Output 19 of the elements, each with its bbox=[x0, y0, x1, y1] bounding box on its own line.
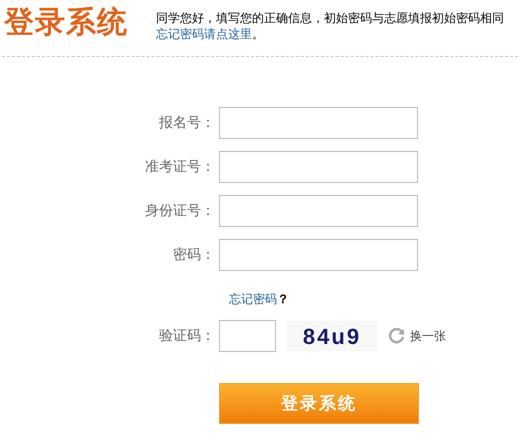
input-field[interactable] bbox=[219, 107, 418, 139]
period-text: 。 bbox=[252, 27, 264, 41]
captcha-image: 84u9 bbox=[287, 321, 377, 351]
input-field[interactable] bbox=[219, 239, 418, 271]
captcha-field[interactable] bbox=[219, 320, 276, 352]
refresh-link[interactable]: 换一张 bbox=[410, 327, 446, 345]
field-label: 准考证号： bbox=[145, 158, 215, 174]
forgot-password-link[interactable]: 忘记密码请点这里 bbox=[156, 27, 252, 41]
captcha-label: 验证码： bbox=[159, 327, 215, 343]
refresh-icon[interactable] bbox=[388, 327, 406, 345]
input-field[interactable] bbox=[219, 195, 418, 227]
question-mark: ？ bbox=[277, 292, 289, 306]
field-label: 身份证号： bbox=[145, 202, 215, 218]
logo: 登录系统 bbox=[4, 6, 129, 40]
input-field[interactable] bbox=[219, 151, 418, 183]
forgot-password-link[interactable]: 忘记密码 bbox=[229, 292, 277, 306]
field-label: 报名号： bbox=[159, 114, 215, 130]
field-label: 密码： bbox=[173, 246, 215, 262]
intro-text: 同学您好，填写您的正确信息，初始密码与志愿填报初始密码相同 bbox=[156, 11, 504, 25]
